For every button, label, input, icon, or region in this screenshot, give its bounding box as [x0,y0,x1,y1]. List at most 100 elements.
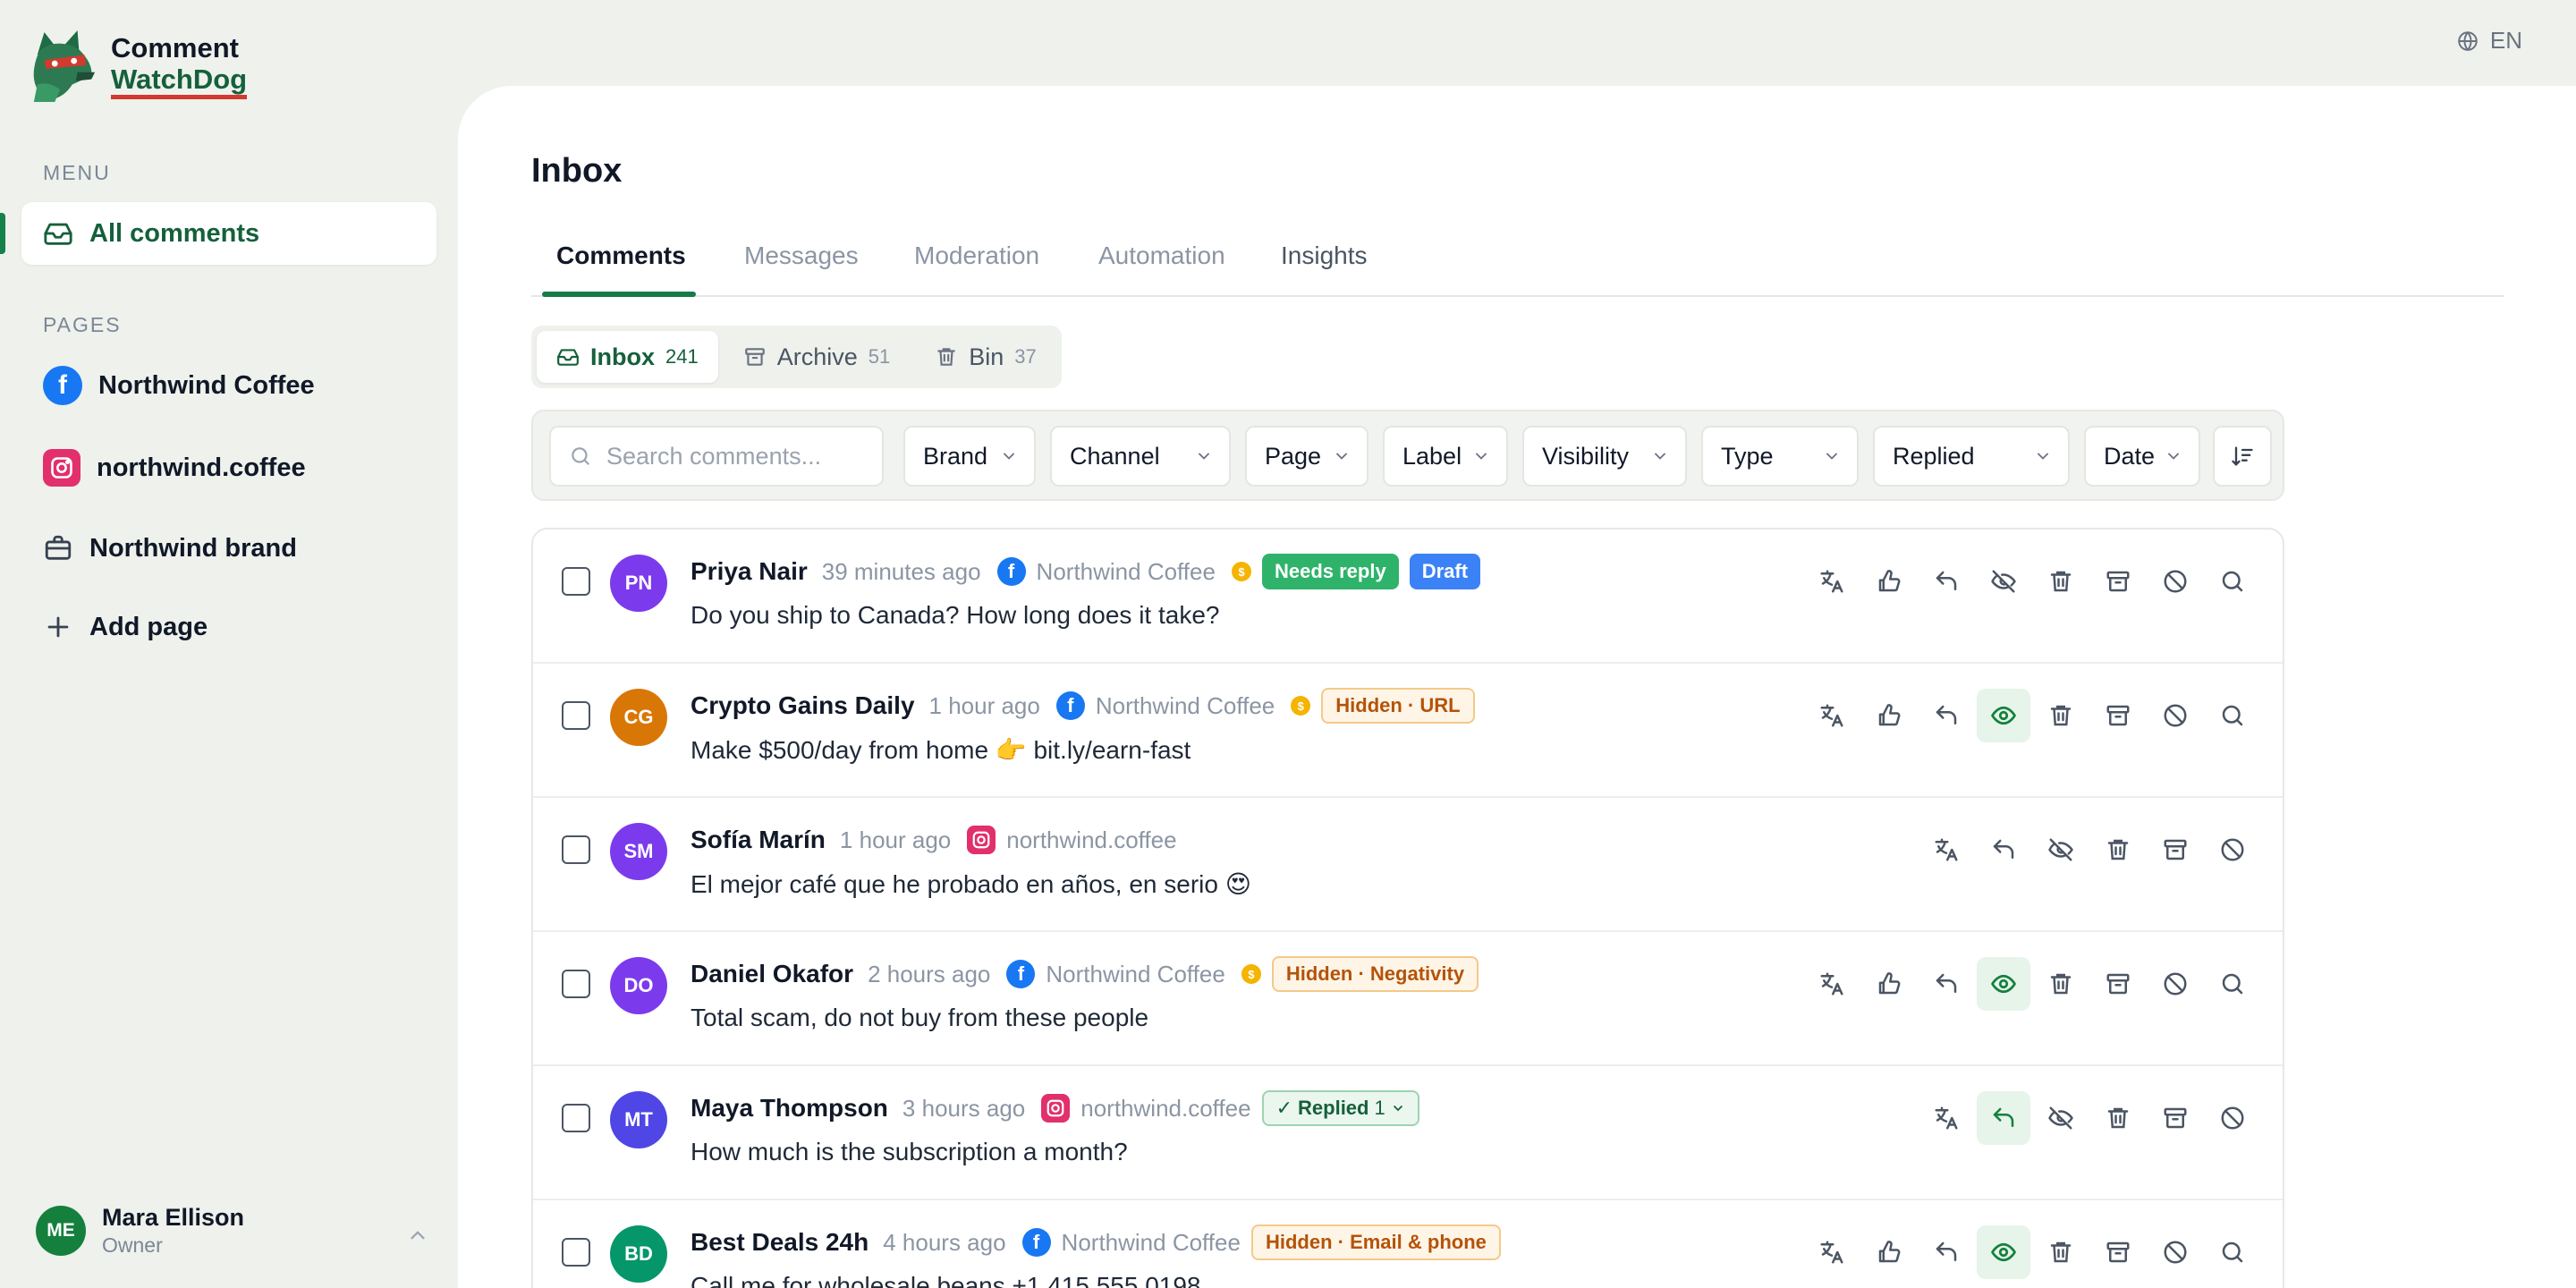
archive-button[interactable] [2091,555,2145,608]
comment-row[interactable]: CG Crypto Gains Daily 1 hour ago f Northwind… [533,664,2283,798]
comment-row[interactable]: SM Sofía Marín 1 hour ago northwind.coffee E… [533,798,2283,932]
filter-brand[interactable]: Brand [903,426,1036,487]
reply-button[interactable] [1919,555,1973,608]
search-related-button[interactable] [2206,957,2259,1011]
translate-button[interactable] [1805,689,1859,742]
row-checkbox[interactable] [562,567,590,596]
tab-insights[interactable]: Insights [1281,242,1368,297]
commenter-name[interactable]: Priya Nair [691,557,808,586]
sidebar-page-northwind-instagram[interactable]: northwind.coffee [43,445,306,490]
like-button[interactable] [1862,689,1916,742]
hide-button[interactable] [1977,555,2030,608]
thumbs-up-icon [1876,702,1902,729]
translate-button[interactable] [1919,1091,1973,1145]
add-page-button[interactable]: Add page [43,605,208,649]
archive-button[interactable] [2091,689,2145,742]
filter-visibility[interactable]: Visibility [1522,426,1687,487]
filter-type[interactable]: Type [1701,426,1859,487]
delete-button[interactable] [2034,957,2088,1011]
translate-button[interactable] [1805,555,1859,608]
replied-badge[interactable]: ✓ Replied 1 [1261,1090,1419,1126]
commenter-name[interactable]: Crypto Gains Daily [691,691,915,720]
block-user-button[interactable] [2148,1225,2202,1279]
block-user-button[interactable] [2148,689,2202,742]
search-related-button[interactable] [2206,689,2259,742]
row-checkbox[interactable] [562,835,590,864]
sidebar-item-label: All comments [89,218,260,248]
archive-button[interactable] [2148,1091,2202,1145]
delete-button[interactable] [2091,1091,2145,1145]
delete-button[interactable] [2034,555,2088,608]
unhide-button[interactable] [1977,689,2030,742]
search-box[interactable] [549,426,884,487]
segment-archive[interactable]: Archive 51 [724,331,911,383]
comment-row[interactable]: PN Priya Nair 39 minutes ago f Northwind Cof… [533,530,2283,664]
segment-bin[interactable]: Bin 37 [915,331,1056,383]
like-button[interactable] [1862,555,1916,608]
unhide-button[interactable] [1977,957,2030,1011]
segment-label: Inbox [590,343,655,370]
hide-button[interactable] [2034,1091,2088,1145]
comment-row[interactable]: DO Daniel Okafor 2 hours ago f Northwind Cof… [533,932,2283,1066]
search-input[interactable] [606,442,875,470]
reply-button[interactable] [1919,1225,1973,1279]
reply-button[interactable] [1919,957,1973,1011]
sort-button[interactable] [2213,426,2272,487]
comment-row[interactable]: MT Maya Thompson 3 hours ago northwind.coff… [533,1066,2283,1200]
tab-messages[interactable]: Messages [744,242,859,297]
filter-date[interactable]: Date [2084,426,2200,487]
commenter-name[interactable]: Best Deals 24h [691,1228,869,1257]
commenter-name[interactable]: Sofía Marín [691,826,826,854]
row-checkbox[interactable] [562,1104,590,1132]
sidebar-page-northwind-coffee[interactable]: f Northwind Coffee [43,363,315,408]
archive-button[interactable] [2091,957,2145,1011]
segment-count: 241 [665,345,699,368]
chevron-up-icon[interactable] [406,1224,429,1247]
comment-row[interactable]: BD Best Deals 24h 4 hours ago f Northwind Co… [533,1200,2283,1288]
commenter-name[interactable]: Daniel Okafor [691,960,853,988]
reply-button[interactable] [1977,1091,2030,1145]
language-selector[interactable]: EN [2456,27,2522,55]
block-user-button[interactable] [2148,957,2202,1011]
block-user-button[interactable] [2148,555,2202,608]
row-checkbox[interactable] [562,1238,590,1267]
delete-button[interactable] [2034,689,2088,742]
delete-button[interactable] [2091,823,2145,877]
translate-button[interactable] [1805,957,1859,1011]
block-user-button[interactable] [2206,823,2259,877]
like-button[interactable] [1862,1225,1916,1279]
hide-button[interactable] [2034,823,2088,877]
user-menu[interactable]: ME Mara Ellison Owner [36,1204,429,1258]
segment-inbox[interactable]: Inbox 241 [537,331,718,383]
eye-icon [1990,702,2017,729]
chevron-down-icon [1393,1106,1402,1112]
commenter-name[interactable]: Maya Thompson [691,1094,888,1123]
block-user-button[interactable] [2206,1091,2259,1145]
translate-button[interactable] [1919,823,1973,877]
reply-button[interactable] [1977,823,2030,877]
filter-channel[interactable]: Channel [1050,426,1231,487]
sidebar-page-northwind-brand[interactable]: Northwind brand [43,526,297,571]
avatar: CG [610,689,667,746]
row-checkbox[interactable] [562,970,590,998]
filter-page[interactable]: Page [1245,426,1368,487]
app-logo[interactable]: Comment WatchDog [29,29,248,102]
row-checkbox[interactable] [562,701,590,730]
delete-button[interactable] [2034,1225,2088,1279]
tab-comments[interactable]: Comments [556,242,686,297]
reply-button[interactable] [1919,689,1973,742]
tab-automation[interactable]: Automation [1098,242,1225,297]
search-related-button[interactable] [2206,1225,2259,1279]
filter-label[interactable]: Label [1383,426,1508,487]
unhide-button[interactable] [1977,1225,2030,1279]
tab-moderation[interactable]: Moderation [914,242,1039,297]
eye-icon [1990,970,2017,997]
filter-replied[interactable]: Replied [1873,426,2070,487]
archive-button[interactable] [2148,823,2202,877]
like-button[interactable] [1862,957,1916,1011]
comment-time: 39 minutes ago [821,557,981,585]
search-related-button[interactable] [2206,555,2259,608]
archive-button[interactable] [2091,1225,2145,1279]
sidebar-item-all-comments[interactable]: All comments [21,202,436,265]
translate-button[interactable] [1805,1225,1859,1279]
